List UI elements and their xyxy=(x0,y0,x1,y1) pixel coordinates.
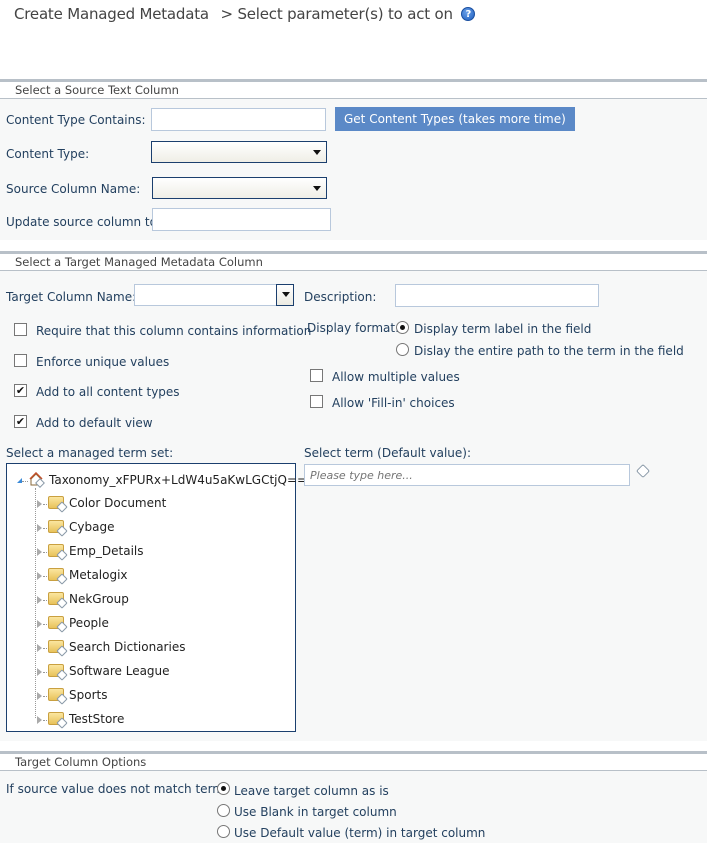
get-content-types-button[interactable]: Get Content Types (takes more time) xyxy=(335,107,575,131)
help-icon[interactable]: ? xyxy=(461,7,476,21)
tree-item-label: Metalogix xyxy=(69,568,128,582)
radio-use-blank-text: Use Blank in target column xyxy=(234,805,397,819)
update-source-column-input[interactable] xyxy=(152,208,331,231)
expand-icon[interactable] xyxy=(37,524,42,532)
expand-icon[interactable] xyxy=(37,692,42,700)
tree-item-people[interactable]: People xyxy=(35,615,285,633)
update-source-column-label: Update source column to: xyxy=(6,215,162,229)
description-input[interactable] xyxy=(395,284,599,307)
source-section-header: Select a Source Text Column xyxy=(0,79,707,99)
checkbox-box[interactable]: ✔ xyxy=(14,384,27,397)
chevron-down-icon xyxy=(313,150,321,155)
tree-item-emp-details[interactable]: Emp_Details xyxy=(35,543,285,561)
chevron-down-icon xyxy=(313,186,321,191)
folder-tag-icon xyxy=(48,592,68,609)
term-set-label: Select a managed term set: xyxy=(6,446,174,460)
folder-tag-icon xyxy=(48,712,68,729)
title-sub: Select parameter(s) to act on xyxy=(237,5,453,23)
target-section-header: Select a Target Managed Metadata Column xyxy=(0,251,707,271)
mismatch-label: If source value does not match term: xyxy=(6,782,229,796)
folder-tag-icon xyxy=(48,616,68,633)
content-type-select[interactable] xyxy=(151,141,327,163)
tree-item-label: Color Document xyxy=(69,496,167,510)
term-set-tree[interactable]: Taxonomy_xFPURx+LdW4u5aKwLGCtjQ== Color … xyxy=(6,463,307,732)
radio-display-entire-path[interactable] xyxy=(396,343,409,356)
tree-item-metalogix[interactable]: Metalogix xyxy=(35,567,285,585)
checkbox-label: Require that this column contains inform… xyxy=(36,324,312,338)
display-format-label: Display format: xyxy=(307,321,400,335)
content-type-label: Content Type: xyxy=(6,147,90,161)
tree-item-teststore[interactable]: TestStore xyxy=(35,711,285,729)
tree-item-label: NekGroup xyxy=(69,592,129,606)
radio-display-term-label-text: Display term label in the field xyxy=(414,322,592,336)
folder-tag-icon xyxy=(48,688,68,705)
page-title: Create Managed Metadata > Select paramet… xyxy=(14,5,476,23)
radio-display-term-label[interactable] xyxy=(396,321,409,334)
select-term-label: Select term (Default value): xyxy=(304,446,471,460)
tree-root-label: Taxonomy_xFPURx+LdW4u5aKwLGCtjQ== xyxy=(49,473,308,487)
checkbox-label: Allow multiple values xyxy=(332,370,460,384)
select-term-input[interactable] xyxy=(304,464,630,486)
checkbox-label: Add to default view xyxy=(36,416,153,430)
radio-leave-target[interactable] xyxy=(217,782,230,795)
breadcrumb-separator: > xyxy=(220,5,234,23)
folder-tag-icon xyxy=(48,520,68,537)
tree-item-label: People xyxy=(69,616,109,630)
radio-use-default-text: Use Default value (term) in target colum… xyxy=(234,826,486,840)
folder-tag-icon xyxy=(48,568,68,585)
tree-item-label: Search Dictionaries xyxy=(69,640,186,654)
description-label: Description: xyxy=(304,290,377,304)
tree-item-label: Software League xyxy=(69,664,170,678)
radio-use-default[interactable] xyxy=(217,825,230,838)
folder-tag-icon xyxy=(48,544,68,561)
radio-display-entire-path-text: Dislay the entire path to the term in th… xyxy=(414,344,684,358)
target-column-dropdown-button[interactable] xyxy=(276,284,294,306)
source-column-name-label: Source Column Name: xyxy=(6,182,141,196)
folder-tag-icon xyxy=(48,496,68,513)
tree-item-software-league[interactable]: Software League xyxy=(35,663,285,681)
checkbox-box[interactable] xyxy=(310,395,323,408)
target-column-name-input[interactable] xyxy=(134,284,277,306)
taxonomy-icon xyxy=(29,471,45,488)
content-type-contains-label: Content Type Contains: xyxy=(6,113,146,127)
target-column-name-label: Target Column Name: xyxy=(6,290,137,304)
tree-item-sports[interactable]: Sports xyxy=(35,687,285,705)
expand-icon[interactable] xyxy=(37,668,42,676)
tree-item-color-document[interactable]: Color Document xyxy=(35,495,285,513)
tree-item-label: Emp_Details xyxy=(69,544,144,558)
tree-item-label: Sports xyxy=(69,688,108,702)
tree-item-label: TestStore xyxy=(69,712,125,726)
expand-icon[interactable] xyxy=(37,644,42,652)
expand-icon[interactable] xyxy=(37,572,42,580)
radio-leave-target-text: Leave target column as is xyxy=(234,784,389,798)
expand-icon[interactable] xyxy=(37,596,42,604)
radio-use-blank[interactable] xyxy=(217,804,230,817)
checkbox-box[interactable] xyxy=(310,369,323,382)
checkbox-label: Enforce unique values xyxy=(36,355,170,369)
tree-root-node[interactable]: Taxonomy_xFPURx+LdW4u5aKwLGCtjQ== xyxy=(17,471,307,490)
checkbox-box[interactable] xyxy=(14,323,27,336)
expand-icon[interactable] xyxy=(37,716,42,724)
folder-tag-icon xyxy=(48,640,68,657)
checkbox-box[interactable]: ✔ xyxy=(14,415,27,428)
checkbox-box[interactable] xyxy=(14,354,27,367)
expand-icon[interactable] xyxy=(37,620,42,628)
chevron-down-icon xyxy=(282,292,290,297)
options-section-header: Target Column Options xyxy=(0,751,707,771)
content-type-contains-input[interactable] xyxy=(151,108,326,131)
title-main: Create Managed Metadata xyxy=(14,5,209,23)
tree-item-nekgroup[interactable]: NekGroup xyxy=(35,591,285,609)
tree-item-cybage[interactable]: Cybage xyxy=(35,519,285,537)
checkbox-label: Allow 'Fill-in' choices xyxy=(332,396,455,410)
source-column-name-select[interactable] xyxy=(152,177,327,199)
folder-tag-icon xyxy=(48,664,68,681)
expand-icon[interactable] xyxy=(37,500,42,508)
checkbox-label: Add to all content types xyxy=(36,385,180,399)
tree-item-search-dictionaries[interactable]: Search Dictionaries xyxy=(35,639,285,657)
tree-connector xyxy=(22,481,28,482)
tree-item-label: Cybage xyxy=(69,520,115,534)
expand-icon[interactable] xyxy=(37,548,42,556)
